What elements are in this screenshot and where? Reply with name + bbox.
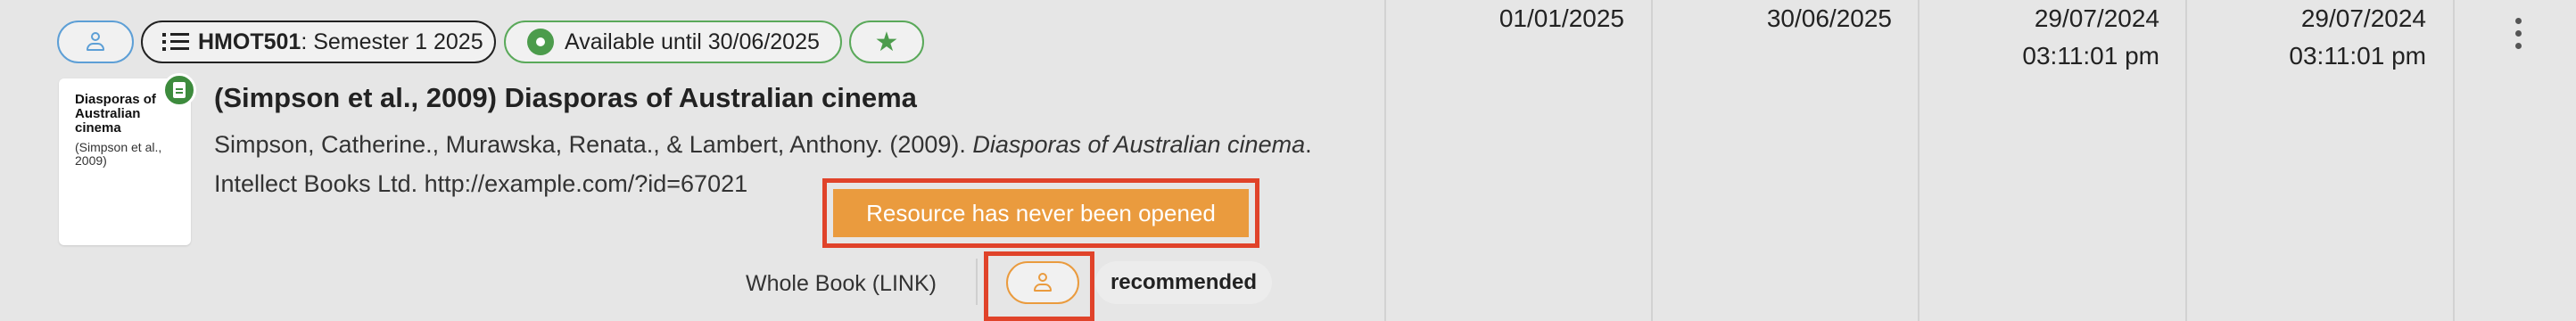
column-divider	[1384, 0, 1386, 321]
column-divider	[2453, 0, 2455, 321]
resource-row: HMOT501 : Semester 1 2025 Available unti…	[0, 0, 2576, 321]
more-options-icon[interactable]	[2514, 18, 2522, 50]
availability-dot-icon	[527, 29, 554, 55]
column-divider	[2185, 0, 2187, 321]
start-date: 01/01/2025	[1499, 4, 1624, 32]
resource-title[interactable]: (Simpson et al., 2009) Diasporas of Aust…	[214, 82, 917, 114]
document-icon	[162, 73, 196, 107]
availability-chip[interactable]: Available until 30/06/2025	[504, 21, 842, 63]
end-date: 30/06/2025	[1766, 4, 1892, 32]
column-divider	[1918, 0, 1920, 321]
column-divider	[1651, 0, 1653, 321]
thumbnail-title: Diasporas of Australian cinema	[75, 92, 156, 136]
usage-button[interactable]	[1006, 261, 1079, 304]
created-time: 03:11:01 pm	[2022, 42, 2159, 70]
created-date: 29/07/2024	[2034, 4, 2159, 32]
citation-authors: Simpson, Catherine., Murawska, Renata., …	[214, 131, 973, 158]
end-date-cell: 30/06/2025	[1659, 0, 1892, 321]
favourite-button[interactable]: ★	[849, 21, 924, 63]
modified-date: 29/07/2024	[2300, 4, 2426, 32]
start-date-cell: 01/01/2025	[1391, 0, 1624, 321]
course-code: HMOT501	[198, 29, 301, 54]
list-icon	[162, 31, 189, 53]
person-icon	[1032, 272, 1053, 293]
availability-label: Available until 30/06/2025	[565, 29, 820, 54]
created-date-cell: 29/07/2024 03:11:01 pm	[1925, 0, 2159, 321]
modified-time: 03:11:01 pm	[2289, 42, 2426, 70]
tooltip: Resource has never been opened	[833, 189, 1249, 237]
tooltip-highlight: Resource has never been opened	[822, 178, 1259, 248]
star-icon: ★	[874, 27, 899, 57]
importance-tag[interactable]: recommended	[1095, 261, 1272, 304]
course-chip[interactable]: HMOT501 : Semester 1 2025	[141, 21, 496, 63]
modified-date-cell: 29/07/2024 03:11:01 pm	[2192, 0, 2426, 321]
owner-chip[interactable]	[57, 21, 134, 63]
footer-divider	[976, 259, 978, 305]
person-icon	[85, 31, 106, 53]
resource-scope: Whole Book (LINK)	[746, 271, 937, 296]
citation-work: Diasporas of Australian cinema	[972, 131, 1306, 158]
thumbnail-subtitle: (Simpson et al., 2009)	[75, 140, 162, 168]
course-term: : Semester 1 2025	[301, 29, 483, 54]
